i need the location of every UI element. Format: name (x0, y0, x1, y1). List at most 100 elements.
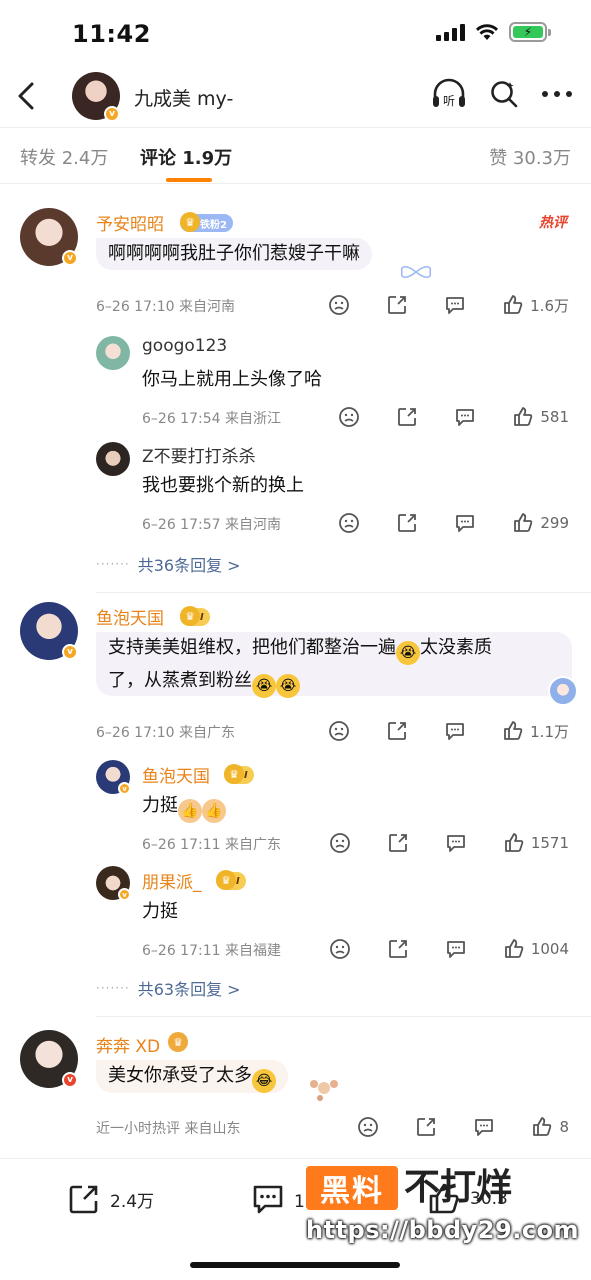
share-icon[interactable] (386, 294, 408, 316)
reply-text: 力挺 👍 👍 (142, 790, 238, 823)
forward-icon (69, 1185, 98, 1214)
reply-icon[interactable] (444, 720, 466, 742)
comment-text: 美女你承受了太多 😂 (96, 1060, 288, 1093)
comment-actions: 8 (357, 1116, 569, 1138)
share-icon[interactable] (415, 1116, 437, 1138)
comment-meta: 近一小时热评 来自山东 (96, 1121, 241, 1137)
share-icon[interactable] (396, 406, 418, 428)
reply-meta: 6–26 17:11 来自广东 (142, 837, 281, 853)
status-icons: ⚡ (436, 22, 551, 42)
member-badge-label: I (200, 611, 204, 623)
search-icon[interactable] (489, 79, 519, 109)
laughing-emoji-icon: 😂 (252, 1069, 276, 1093)
like-icon[interactable] (502, 294, 524, 316)
comment-item: v 予安昭昭 ♛ 铁粉2 热评 啊啊啊啊我肚子你们惹嫂子干嘛 6–26 17:1… (0, 186, 591, 586)
dots-icon: ······· (96, 981, 130, 995)
comment-meta: 6–26 17:10 来自广东 (96, 725, 235, 741)
detail-tabs: 转发 2.4万 评论 1.9万 赞 30.3万 (0, 128, 591, 184)
member-badge-label: I (236, 875, 240, 887)
dislike-icon[interactable] (328, 294, 350, 316)
reply-icon[interactable] (445, 938, 467, 960)
view-all-replies-link[interactable]: ······· 共63条回复 > (96, 976, 241, 1000)
share-icon[interactable] (396, 512, 418, 534)
battery-icon: ⚡ (509, 22, 551, 42)
like-count: 299 (540, 514, 569, 532)
forward-button[interactable]: 2.4万 (66, 1181, 154, 1217)
back-arrow-icon[interactable] (12, 78, 44, 114)
crown-icon: ♛ (224, 764, 244, 784)
comment-text: 支持美美姐维权，把他们都整治一遍 😭 太没素质 了，从蒸煮到粉丝 😭 😭 (96, 632, 572, 698)
view-all-replies-link[interactable]: ······· 共36条回复 > (96, 552, 241, 576)
reply-icon[interactable] (444, 294, 466, 316)
status-bar: 11:42 ⚡ (0, 0, 591, 64)
tab-likes[interactable]: 赞 30.3万 (489, 144, 571, 170)
reply-icon[interactable] (445, 832, 467, 854)
verified-badge-icon: v (62, 1072, 78, 1088)
laugh-cry-emoji-icon: 😭 (396, 641, 420, 665)
reply-username[interactable]: Z不要打打杀杀 (142, 442, 256, 467)
like-icon[interactable] (503, 938, 525, 960)
listen-headphones-icon[interactable]: 听 (431, 78, 467, 110)
like-icon[interactable] (512, 406, 534, 428)
comment-text-line: 了，从蒸煮到粉丝 (108, 670, 252, 691)
header: v 九成美 my- 听 (0, 64, 591, 128)
account-name[interactable]: 九成美 my- (134, 84, 233, 111)
tab-forward[interactable]: 转发 2.4万 (20, 144, 108, 170)
reply-icon[interactable] (473, 1116, 495, 1138)
comment-username[interactable]: 鱼泡天国 (96, 604, 164, 629)
share-icon[interactable] (387, 832, 409, 854)
reply-meta: 6–26 17:54 来自浙江 (142, 411, 281, 427)
dislike-icon[interactable] (329, 832, 351, 854)
crown-icon: ♛ (168, 1032, 188, 1052)
thumbs-up-emoji-icon: 👍 (202, 799, 226, 823)
like-count: 1.6万 (530, 296, 569, 315)
reply-text: 你马上就用上头像了哈 (142, 369, 322, 390)
share-icon[interactable] (387, 938, 409, 960)
reply-actions: 299 (338, 512, 569, 534)
dislike-icon[interactable] (357, 1116, 379, 1138)
reply-username[interactable]: googo123 (142, 336, 227, 356)
reply-icon[interactable] (454, 406, 476, 428)
avatar[interactable] (96, 336, 130, 370)
like-icon[interactable] (512, 512, 534, 534)
avatar[interactable] (96, 442, 130, 476)
like-icon[interactable] (502, 720, 524, 742)
home-indicator[interactable] (190, 1262, 400, 1268)
dislike-icon[interactable] (338, 406, 360, 428)
forward-count: 2.4万 (110, 1191, 155, 1212)
like-count: 1004 (530, 940, 569, 958)
verified-badge-icon: v (104, 106, 120, 122)
like-icon[interactable] (531, 1116, 553, 1138)
thumbs-up-emoji-icon: 👍 (178, 799, 202, 823)
reply-text: 我也要挑个新的换上 (142, 475, 304, 496)
comment-actions: 1.1万 (328, 720, 569, 742)
fan-badge-label: 铁粉2 (200, 219, 227, 231)
reply-actions: 1571 (329, 832, 569, 854)
comment-meta: 6–26 17:10 来自河南 (96, 299, 235, 315)
dislike-icon[interactable] (329, 938, 351, 960)
view-all-replies-label: 共63条回复 > (137, 980, 241, 999)
like-icon[interactable] (503, 832, 525, 854)
laugh-cry-emoji-icon: 😭 (276, 674, 300, 698)
wifi-icon (476, 24, 498, 40)
bubble-decoration-avatar-icon (548, 676, 578, 706)
verified-badge-icon: v (62, 250, 78, 266)
dots-icon: ······· (96, 557, 130, 571)
active-tab-indicator (166, 178, 212, 182)
reply-username[interactable]: 朋果派_ (142, 868, 202, 893)
dislike-icon[interactable] (328, 720, 350, 742)
reply-icon[interactable] (454, 512, 476, 534)
reply-username[interactable]: 鱼泡天国 (142, 762, 210, 787)
watermark: 黑料 不打烊 https://bbdy29.com (306, 1166, 579, 1252)
watermark-slogan: 不打烊 (404, 1167, 513, 1208)
more-options-icon[interactable] (541, 89, 573, 99)
tab-comments[interactable]: 评论 1.9万 (140, 144, 232, 170)
member-badge: ♛ I (180, 606, 210, 626)
like-count: 8 (559, 1118, 569, 1136)
comment-username[interactable]: 予安昭昭 (96, 210, 164, 235)
reply-meta: 6–26 17:11 来自福建 (142, 943, 281, 959)
dislike-icon[interactable] (338, 512, 360, 534)
share-icon[interactable] (386, 720, 408, 742)
verified-badge-icon: v (118, 888, 131, 901)
comment-username[interactable]: 奔奔 XD (96, 1032, 160, 1057)
